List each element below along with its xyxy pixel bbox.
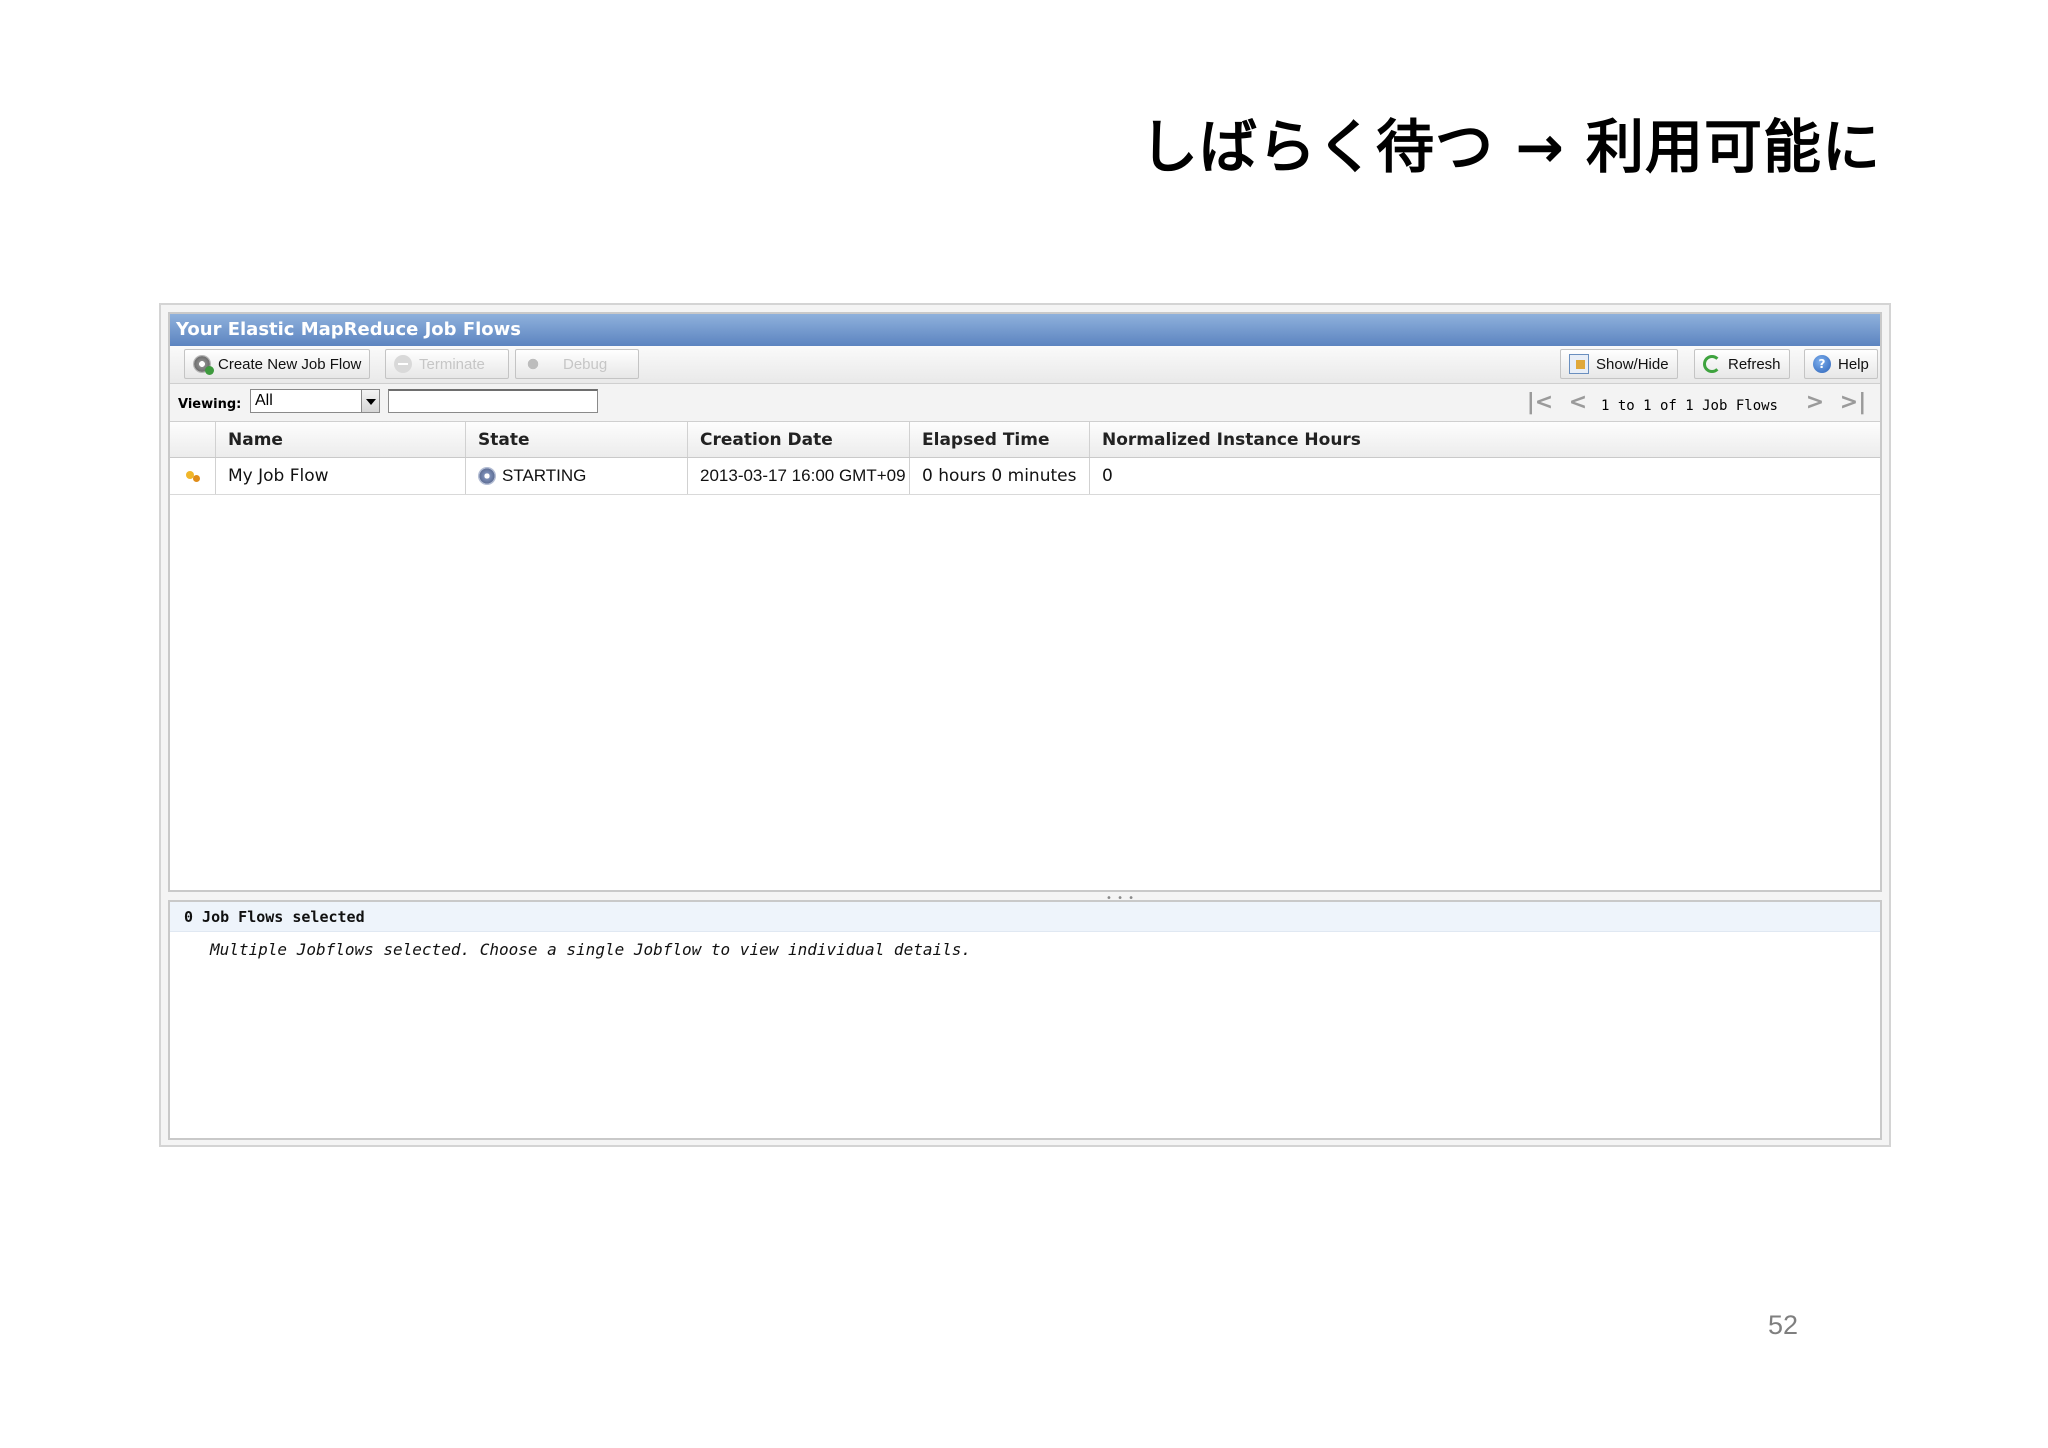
terminate-button[interactable]: Terminate [385,349,509,379]
columns-icon [1569,354,1589,374]
help-button[interactable]: ? Help [1804,349,1878,379]
pager-text: 1 to 1 of 1 Job Flows [1600,398,1778,414]
row-status-cell [170,458,216,494]
show-hide-button[interactable]: Show/Hide [1560,349,1678,379]
help-icon: ? [1813,355,1831,373]
column-header-name[interactable]: Name [216,422,466,457]
refresh-button[interactable]: Refresh [1694,349,1790,379]
create-job-flow-button[interactable]: Create New Job Flow [184,349,371,379]
cell-creation-date: 2013-03-17 16:00 GMT+09 [688,458,910,494]
refresh-label: Refresh [1728,355,1781,373]
viewing-label: Viewing: [178,397,242,412]
last-page-icon[interactable]: >| [1834,390,1872,416]
column-header-state[interactable]: State [466,422,688,457]
chevron-down-icon[interactable] [361,390,379,412]
panel-splitter[interactable]: • • • [168,892,1882,904]
filter-input[interactable] [388,389,598,413]
gear-icon [478,467,496,485]
table-row[interactable]: My Job Flow STARTING 2013-03-17 16:00 GM… [170,458,1880,495]
column-header-normalized-instance-hours[interactable]: Normalized Instance Hours [1090,422,1880,457]
viewing-selected-value: All [255,392,273,409]
job-flows-panel: Your Elastic MapReduce Job Flows Create … [168,312,1882,892]
select-column-header[interactable] [170,422,216,457]
details-message: Multiple Jobflows selected. Choose a sin… [210,940,971,959]
column-header-creation-date[interactable]: Creation Date [688,422,910,457]
terminate-label: Terminate [419,355,485,373]
cell-normalized-instance-hours: 0 [1102,466,1113,486]
cell-state: STARTING [466,458,688,494]
viewing-bar: Viewing: All |< < 1 to 1 of 1 Job Flows … [170,384,1880,422]
sparkle-icon [184,469,202,483]
cell-name: My Job Flow [216,458,466,494]
page-number: 52 [1768,1310,1799,1340]
pager: |< < 1 to 1 of 1 Job Flows > >| [1521,390,1872,416]
panel-title: Your Elastic MapReduce Job Flows [170,314,1880,346]
first-page-icon[interactable]: |< [1521,390,1559,416]
help-label: Help [1838,355,1869,373]
show-hide-label: Show/Hide [1596,355,1669,373]
cell-state-text: STARTING [502,466,587,485]
stop-icon [394,355,412,373]
previous-page-icon[interactable]: < [1559,390,1597,416]
create-job-flow-label: Create New Job Flow [218,355,362,373]
debug-button[interactable]: Debug [515,349,639,379]
next-page-icon[interactable]: > [1796,390,1834,416]
bug-icon [524,355,542,373]
debug-label: Debug [563,355,608,373]
gear-plus-icon [193,355,214,375]
grid-header: Name State Creation Date Elapsed Time No… [170,422,1880,458]
refresh-icon [1703,355,1721,373]
column-header-elapsed-time[interactable]: Elapsed Time [910,422,1090,457]
cell-elapsed-time: 0 hours 0 minutes [910,458,1090,494]
viewing-select[interactable]: All [250,389,380,413]
details-panel: 0 Job Flows selected Multiple Jobflows s… [168,900,1882,1140]
details-header: 0 Job Flows selected [170,902,1880,932]
toolbar: Create New Job Flow Terminate Debug Show… [170,346,1880,384]
slide-title: しばらく待つ → 利用可能に [1140,113,1881,181]
